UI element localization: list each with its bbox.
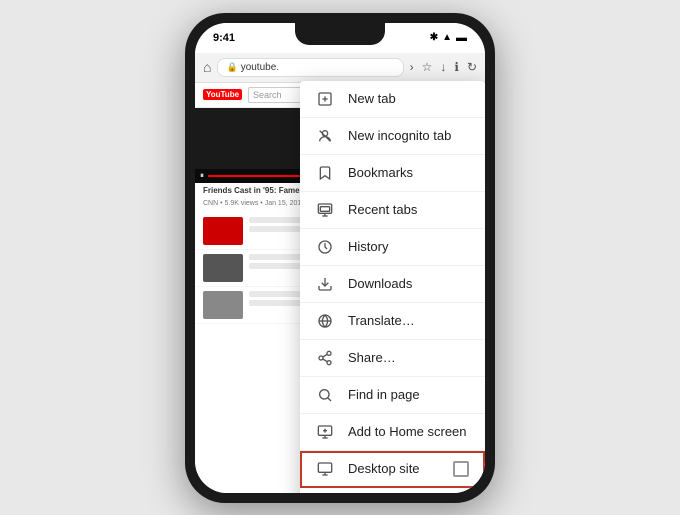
menu-item-new-tab[interactable]: New tab (300, 81, 485, 118)
desktop-site-label: Desktop site (348, 461, 439, 476)
menu-item-recent-tabs[interactable]: Recent tabs (300, 192, 485, 229)
menu-item-new-incognito-tab[interactable]: New incognito tab (300, 118, 485, 155)
menu-item-share[interactable]: Share… (300, 340, 485, 377)
share-label: Share… (348, 350, 469, 365)
find-in-page-label: Find in page (348, 387, 469, 402)
menu-item-add-to-home[interactable]: Add to Home screen (300, 414, 485, 451)
menu-item-desktop-site[interactable]: Desktop site (300, 451, 485, 488)
downloads-icon (316, 276, 334, 292)
dropdown-overlay: New tab New incognito tab Bookmarks Recent … (195, 23, 485, 493)
menu-item-find-in-page[interactable]: Find in page (300, 377, 485, 414)
phone-frame: 9:41 ✱ ▲ ▬ ⌂ 🔒 youtube. › ☆ ↓ ℹ ↻ (185, 13, 495, 503)
menu-item-settings[interactable]: Settings (300, 488, 485, 493)
history-label: History (348, 239, 469, 254)
downloads-label: Downloads (348, 276, 469, 291)
desktop-site-checkbox[interactable] (453, 461, 469, 477)
dropdown-menu: New tab New incognito tab Bookmarks Recent … (300, 81, 485, 493)
new-tab-icon (316, 91, 334, 107)
menu-item-translate[interactable]: Translate… (300, 303, 485, 340)
menu-item-history[interactable]: History (300, 229, 485, 266)
add-to-home-icon (316, 424, 334, 440)
new-tab-label: New tab (348, 91, 469, 106)
menu-item-bookmarks[interactable]: Bookmarks (300, 155, 485, 192)
desktop-site-icon (316, 461, 334, 477)
recent-tabs-icon (316, 202, 334, 218)
history-icon (316, 239, 334, 255)
translate-label: Translate… (348, 313, 469, 328)
new-incognito-tab-label: New incognito tab (348, 128, 469, 143)
bookmarks-label: Bookmarks (348, 165, 469, 180)
new-incognito-tab-icon (316, 128, 334, 144)
menu-item-downloads[interactable]: Downloads (300, 266, 485, 303)
translate-icon (316, 313, 334, 329)
share-icon (316, 350, 334, 366)
add-to-home-label: Add to Home screen (348, 424, 469, 439)
find-in-page-icon (316, 387, 334, 403)
bookmarks-icon (316, 165, 334, 181)
phone-screen: 9:41 ✱ ▲ ▬ ⌂ 🔒 youtube. › ☆ ↓ ℹ ↻ (195, 23, 485, 493)
recent-tabs-label: Recent tabs (348, 202, 469, 217)
